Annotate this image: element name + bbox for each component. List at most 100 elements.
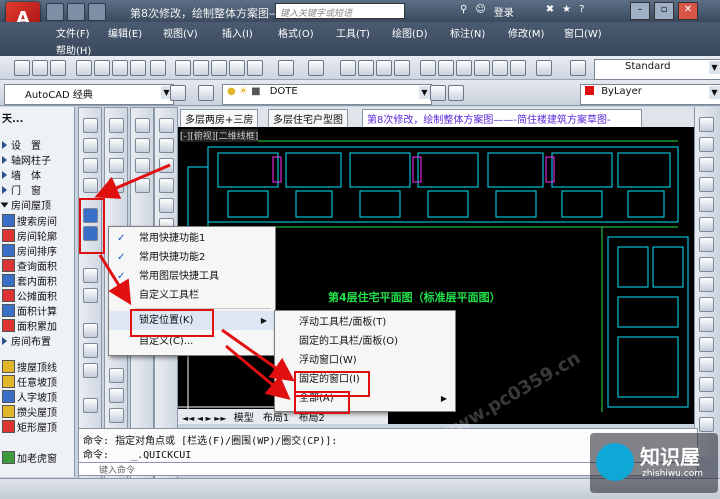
tool-palettes-icon[interactable] [456, 60, 472, 76]
menu-item-quick2[interactable]: ✓ 常用快捷功能2 [109, 248, 275, 267]
palette-item-inner-area[interactable]: 套内面积 [2, 273, 57, 288]
palette-item-wall[interactable]: 墙 体 [2, 167, 41, 182]
help-icon[interactable]: ? [579, 4, 584, 19]
palette-item-any-slope[interactable]: 任意坡顶 [2, 374, 57, 389]
quick-tool-1-icon[interactable] [135, 118, 150, 133]
menu-format[interactable]: 格式(O) [278, 25, 314, 40]
tab-doc-3[interactable]: 第8次修改，绘制整体方案图——-简住楼建筑方案草图- [362, 109, 642, 129]
palette-item-room-outline[interactable]: 房间轮廓 [2, 228, 57, 243]
preview-icon[interactable] [94, 60, 110, 76]
new-icon[interactable] [46, 3, 64, 21]
column-tool-icon[interactable] [83, 158, 98, 173]
grid-tool-icon[interactable] [83, 118, 98, 133]
chamfer-icon[interactable] [699, 377, 714, 392]
line-icon[interactable] [159, 118, 174, 133]
palette-item-area-sum[interactable]: 面积累加 [2, 318, 57, 333]
binoculars-icon[interactable]: ⚲ [460, 4, 467, 19]
workspace-select[interactable]: AutoCAD 经典 ▼ [4, 84, 174, 105]
menu-item-custom-toolbar[interactable]: ✓ 自定义工具栏 [109, 286, 275, 305]
3d-print-icon[interactable] [150, 60, 166, 76]
layer-off-icon[interactable] [109, 138, 124, 153]
polygon-icon[interactable] [159, 178, 174, 193]
linetype-select[interactable]: ByLayer ▼ [580, 84, 720, 105]
save-icon[interactable] [88, 3, 106, 21]
palette-item-settings[interactable]: 设 置 [2, 137, 41, 152]
ramp-tool-icon[interactable] [83, 288, 98, 303]
print-icon[interactable] [76, 60, 92, 76]
palette-item-door-window[interactable]: 门 窗 [2, 182, 41, 197]
array-icon[interactable] [699, 197, 714, 212]
explode-icon[interactable] [699, 417, 714, 432]
palette-item-dormer[interactable]: 加老虎窗 [2, 450, 57, 465]
move-icon[interactable] [699, 217, 714, 232]
palette-item-search-room[interactable]: 搜索房间 [2, 213, 57, 228]
wall-tool-icon[interactable] [83, 178, 98, 193]
join-icon[interactable] [699, 357, 714, 372]
layer-on-icon[interactable] [109, 118, 124, 133]
close-button[interactable]: ✕ [678, 2, 698, 20]
menu-help[interactable]: 帮助(H) [56, 42, 91, 57]
tab-model[interactable]: 模型 [234, 413, 254, 424]
submenu-item-docked-toolbars[interactable]: 固定的工具栏/面板(O) [275, 332, 455, 351]
save-file-icon[interactable] [50, 60, 66, 76]
pan-icon[interactable] [340, 60, 356, 76]
open-icon[interactable] [67, 3, 85, 21]
text-tool-icon[interactable] [83, 343, 98, 358]
menu-tools[interactable]: 工具(T) [336, 25, 370, 40]
publish-icon[interactable] [112, 60, 128, 76]
restore-button[interactable]: ▫ [654, 2, 674, 20]
new-file-icon[interactable] [14, 60, 30, 76]
menu-file[interactable]: 文件(F) [56, 25, 90, 40]
quick-tool-4-icon[interactable] [135, 178, 150, 193]
text-style-icon[interactable] [570, 60, 586, 76]
cut-icon[interactable] [175, 60, 191, 76]
menu-item-layer-tools[interactable]: ✓ 常用图层快捷工具 [109, 267, 275, 286]
palette-item-rect-roof[interactable]: 矩形屋顶 [2, 419, 57, 434]
layer-iso-icon[interactable] [109, 368, 124, 383]
plot-icon[interactable] [130, 60, 146, 76]
menu-modify[interactable]: 修改(M) [508, 25, 544, 40]
exchange-icon[interactable]: ✖ [546, 4, 554, 19]
rectangle-icon[interactable] [159, 198, 174, 213]
viewport-label[interactable]: [-][俯视][二维线框] [180, 129, 259, 142]
menu-window[interactable]: 窗口(W) [564, 25, 602, 40]
zoom-window-icon[interactable] [376, 60, 392, 76]
undo-icon[interactable] [278, 60, 294, 76]
menu-edit[interactable]: 编辑(E) [108, 25, 142, 40]
mirror-icon[interactable] [699, 157, 714, 172]
layer-merge-icon[interactable] [109, 408, 124, 423]
palette-item-room-layout[interactable]: 房间布置 [2, 333, 51, 348]
layer-lock-icon[interactable] [109, 178, 124, 193]
properties-icon[interactable] [420, 60, 436, 76]
workspace-settings-icon[interactable] [170, 85, 186, 101]
zoom-realtime-icon[interactable] [358, 60, 374, 76]
palette-item-roof-line[interactable]: 搜屋顶线 [2, 359, 57, 374]
offset-icon[interactable] [699, 177, 714, 192]
scale-icon[interactable] [699, 257, 714, 272]
palette-item-area-calc[interactable]: 面积计算 [2, 303, 57, 318]
help-tool-icon[interactable] [536, 60, 552, 76]
construction-line-icon[interactable] [159, 138, 174, 153]
layer-freeze-icon[interactable] [109, 158, 124, 173]
menu-view[interactable]: 视图(V) [163, 25, 198, 40]
trim-icon[interactable] [699, 297, 714, 312]
layer-manager-icon[interactable] [198, 85, 214, 101]
login-link[interactable]: 登录 [494, 4, 514, 19]
tab-layout2[interactable]: 布局2 [298, 413, 324, 424]
menu-item-quick1[interactable]: ✓ 常用快捷功能1 [109, 229, 275, 248]
dim-tool-icon[interactable] [83, 323, 98, 338]
stair-tool-icon[interactable] [83, 268, 98, 283]
search-input[interactable]: 键入关键字或短语 [275, 3, 405, 19]
tab-layout1[interactable]: 布局1 [263, 413, 289, 424]
layer-walk-icon[interactable] [109, 388, 124, 403]
match-properties-icon[interactable] [229, 60, 245, 76]
axis-tool-icon[interactable] [83, 138, 98, 153]
palette-item-room-roof[interactable]: 房间屋顶 [0, 197, 51, 212]
menu-insert[interactable]: 插入(I) [222, 25, 253, 40]
palette-item-room-sort[interactable]: 房间排序 [2, 243, 57, 258]
submenu-item-floating-toolbars[interactable]: 浮动工具栏/面板(T) [275, 313, 455, 332]
quick-tool-2-icon[interactable] [135, 138, 150, 153]
palette-item-shared-area[interactable]: 公摊面积 [2, 288, 57, 303]
user-icon[interactable]: ☺ [475, 4, 485, 19]
menu-draw[interactable]: 绘图(D) [392, 25, 428, 40]
